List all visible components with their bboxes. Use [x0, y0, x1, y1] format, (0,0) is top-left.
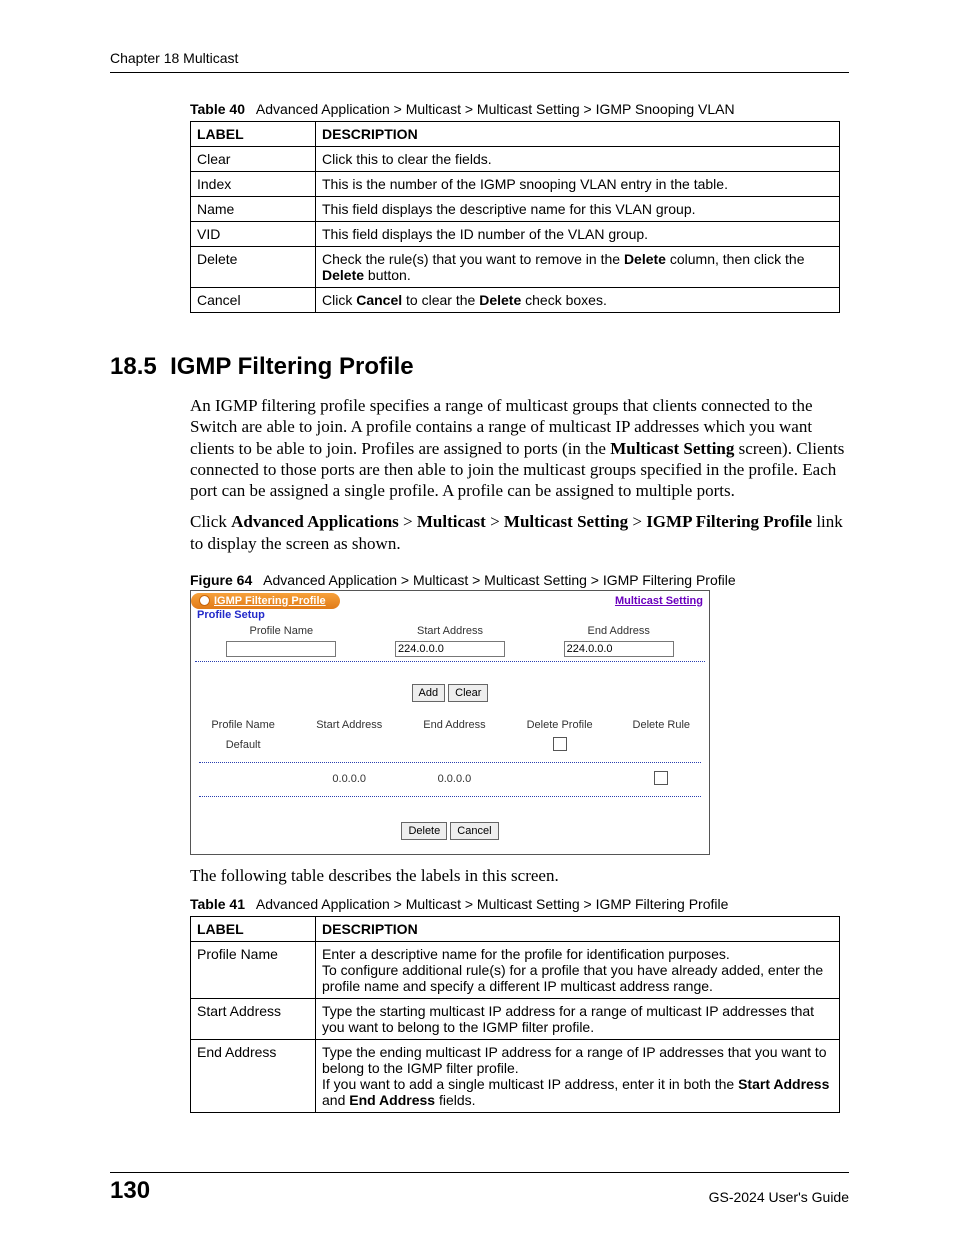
- table40-caption-prefix: Table 40: [190, 101, 245, 117]
- cell-label: End Address: [191, 1040, 316, 1113]
- table40: LABEL DESCRIPTION ClearClick this to cle…: [190, 121, 840, 313]
- cell-label: Clear: [191, 147, 316, 172]
- section-title: IGMP Filtering Profile: [170, 353, 414, 380]
- table-row: CancelClick Cancel to clear the Delete c…: [191, 288, 840, 313]
- table-row: ClearClick this to clear the fields.: [191, 147, 840, 172]
- paragraph-1: An IGMP filtering profile specifies a ra…: [190, 395, 849, 501]
- running-head: Chapter 18 Multicast: [110, 50, 849, 73]
- delete-profile-checkbox[interactable]: [553, 737, 567, 751]
- cell-end-address: 0.0.0.0: [403, 768, 506, 791]
- separator: [199, 796, 701, 797]
- table-row: 0.0.0.0 0.0.0.0: [191, 768, 709, 791]
- cell-description: This field displays the ID number of the…: [316, 222, 840, 247]
- delete-rule-checkbox[interactable]: [654, 771, 668, 785]
- tab-dot-icon: [199, 595, 210, 606]
- cell-description: This field displays the descriptive name…: [316, 197, 840, 222]
- section-number: 18.5: [110, 353, 157, 380]
- screenshot-panel: IGMP Filtering Profile Multicast Setting…: [190, 590, 710, 855]
- table40-hdr-desc: DESCRIPTION: [316, 122, 840, 147]
- paragraph-3: The following table describes the labels…: [190, 865, 849, 886]
- clear-button[interactable]: Clear: [448, 684, 488, 702]
- panel-title-text: IGMP Filtering Profile: [214, 595, 326, 607]
- col-start-address: Start Address: [366, 625, 535, 637]
- cell-label: Start Address: [191, 999, 316, 1040]
- cell-label: Name: [191, 197, 316, 222]
- profiles-table: Profile Name Start Address End Address D…: [191, 716, 709, 802]
- cell-label: VID: [191, 222, 316, 247]
- cell-profile-name: Default: [191, 734, 295, 757]
- paragraph-2: Click Advanced Applications > Multicast …: [190, 511, 849, 554]
- table40-caption-text: Advanced Application > Multicast > Multi…: [256, 101, 735, 117]
- guide-name: GS-2024 User's Guide: [709, 1189, 849, 1205]
- cell-label: Cancel: [191, 288, 316, 313]
- cell-description: Click this to clear the fields.: [316, 147, 840, 172]
- table41-hdr-label: LABEL: [191, 917, 316, 942]
- delete-button[interactable]: Delete: [401, 822, 447, 840]
- separator: [195, 661, 705, 662]
- cell-start-address: 0.0.0.0: [295, 768, 403, 791]
- table-row: IndexThis is the number of the IGMP snoo…: [191, 172, 840, 197]
- table-row: End AddressType the ending multicast IP …: [191, 1040, 840, 1113]
- th-start-address: Start Address: [295, 716, 403, 734]
- table-row: Profile NameEnter a descriptive name for…: [191, 942, 840, 999]
- cell-description: Enter a descriptive name for the profile…: [316, 942, 840, 999]
- profile-name-input[interactable]: [226, 641, 336, 657]
- th-profile-name: Profile Name: [191, 716, 295, 734]
- table-row: NameThis field displays the descriptive …: [191, 197, 840, 222]
- table40-hdr-label: LABEL: [191, 122, 316, 147]
- cancel-button[interactable]: Cancel: [450, 822, 498, 840]
- table41-caption-text: Advanced Application > Multicast > Multi…: [256, 896, 728, 912]
- table40-caption: Table 40 Advanced Application > Multicas…: [190, 101, 849, 117]
- table41-hdr-desc: DESCRIPTION: [316, 917, 840, 942]
- cell-description: Type the ending multicast IP address for…: [316, 1040, 840, 1113]
- table41: LABEL DESCRIPTION Profile NameEnter a de…: [190, 916, 840, 1113]
- table-row: VIDThis field displays the ID number of …: [191, 222, 840, 247]
- panel-title-tab: IGMP Filtering Profile: [191, 593, 340, 609]
- table41-caption-prefix: Table 41: [190, 896, 245, 912]
- cell-label: Profile Name: [191, 942, 316, 999]
- table-row: DeleteCheck the rule(s) that you want to…: [191, 247, 840, 288]
- cell-description: Check the rule(s) that you want to remov…: [316, 247, 840, 288]
- multicast-setting-link[interactable]: Multicast Setting: [615, 595, 703, 607]
- cell-description: This is the number of the IGMP snooping …: [316, 172, 840, 197]
- section-heading: 18.5 IGMP Filtering Profile: [110, 353, 849, 381]
- col-profile-name: Profile Name: [197, 625, 366, 637]
- cell-label: Delete: [191, 247, 316, 288]
- add-button[interactable]: Add: [412, 684, 446, 702]
- col-end-address: End Address: [534, 625, 703, 637]
- figure64-caption: Figure 64 Advanced Application > Multica…: [190, 572, 849, 588]
- figure64-caption-prefix: Figure 64: [190, 572, 252, 588]
- th-delete-profile: Delete Profile: [506, 716, 614, 734]
- start-address-input[interactable]: [395, 641, 505, 657]
- page-number: 130: [110, 1177, 150, 1205]
- table-row: Default: [191, 734, 709, 757]
- page-footer: 130 GS-2024 User's Guide: [110, 1172, 849, 1205]
- cell-label: Index: [191, 172, 316, 197]
- table41-caption: Table 41 Advanced Application > Multicas…: [190, 896, 849, 912]
- profile-setup-subhead: Profile Setup: [191, 609, 709, 623]
- end-address-input[interactable]: [564, 641, 674, 657]
- figure64-caption-text: Advanced Application > Multicast > Multi…: [263, 572, 735, 588]
- separator: [199, 762, 701, 763]
- th-end-address: End Address: [403, 716, 506, 734]
- cell-description: Type the starting multicast IP address f…: [316, 999, 840, 1040]
- th-delete-rule: Delete Rule: [614, 716, 709, 734]
- table-row: Start AddressType the starting multicast…: [191, 999, 840, 1040]
- cell-description: Click Cancel to clear the Delete check b…: [316, 288, 840, 313]
